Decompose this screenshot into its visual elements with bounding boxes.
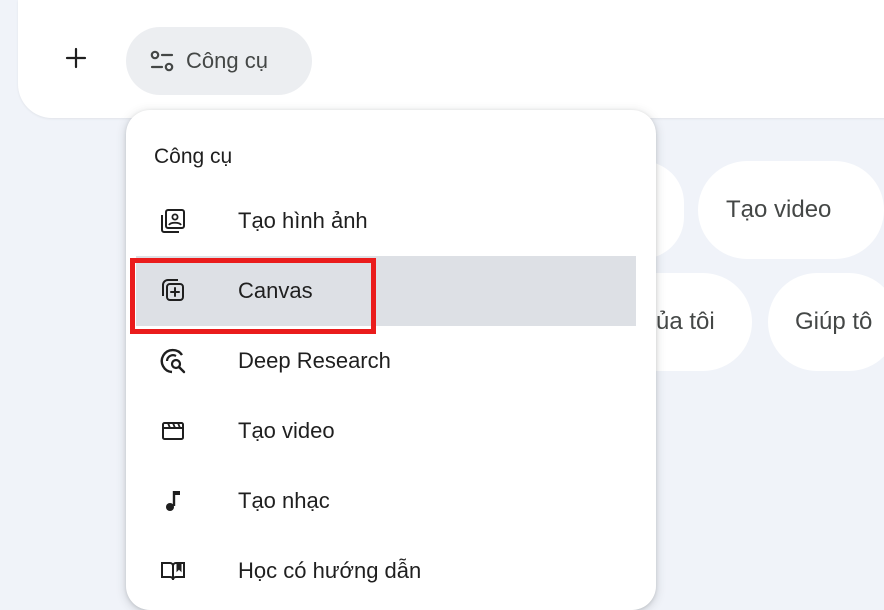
add-button[interactable]: [56, 38, 96, 78]
menu-item-video[interactable]: Tạo video: [136, 396, 636, 466]
menu-item-music[interactable]: Tạo nhạc: [136, 466, 636, 536]
suggestion-chip[interactable]: Tạo video: [698, 161, 884, 259]
menu-item-guided-learning[interactable]: Học có hướng dẫn: [136, 536, 636, 606]
suggestion-chip-label: Tạo video: [726, 196, 832, 223]
page: Công cụ Tạo video ủa tôi Giúp tô Công cụ…: [0, 0, 884, 610]
menu-item-label: Canvas: [238, 278, 313, 303]
suggestion-chip-label: Giúp tô: [795, 308, 873, 335]
menu-item-image-generation[interactable]: Tạo hình ảnh: [136, 186, 636, 256]
menu-title: Công cụ: [154, 145, 233, 168]
open-book-icon: [158, 556, 188, 586]
tools-button[interactable]: Công cụ: [126, 27, 312, 95]
deep-research-icon: [158, 346, 188, 376]
canvas-icon: [158, 276, 188, 306]
suggestion-chip[interactable]: Giúp tô: [768, 273, 884, 371]
video-icon: [158, 416, 188, 446]
menu-item-label: Học có hướng dẫn: [238, 558, 422, 583]
tools-button-label: Công cụ: [186, 48, 268, 73]
music-note-icon: [158, 486, 188, 516]
tools-menu: Công cụ Tạo hình ảnh Canvas Deep Researc…: [126, 110, 656, 610]
menu-item-label: Tạo video: [238, 418, 335, 443]
image-generation-icon: [158, 206, 188, 236]
menu-item-deep-research[interactable]: Deep Research: [136, 326, 636, 396]
menu-item-label: Deep Research: [238, 348, 391, 373]
menu-item-label: Tạo nhạc: [238, 488, 330, 513]
menu-item-label: Tạo hình ảnh: [238, 208, 368, 233]
tune-icon: [150, 50, 174, 72]
suggestion-chip-label: ủa tôi: [656, 308, 715, 335]
menu-item-canvas[interactable]: Canvas: [136, 256, 636, 326]
plus-icon: [65, 47, 87, 69]
